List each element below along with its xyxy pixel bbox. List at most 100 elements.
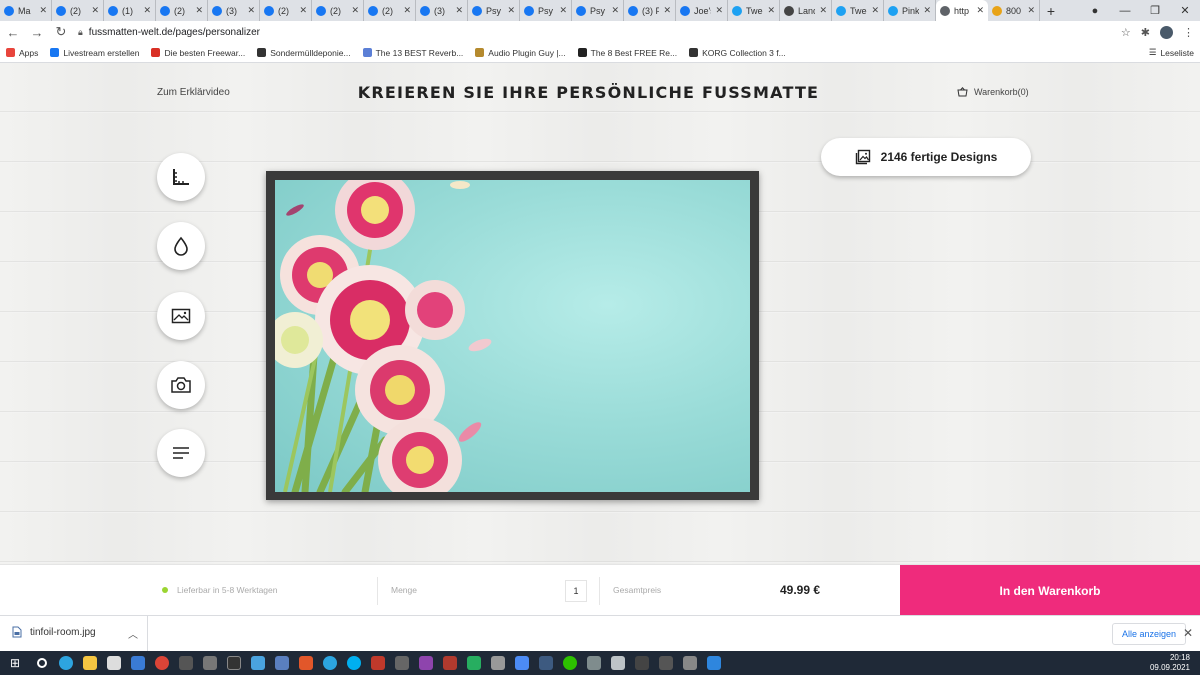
image-tool-button[interactable] <box>157 292 205 340</box>
back-icon[interactable]: ← <box>6 25 20 40</box>
doormat-preview[interactable] <box>266 171 759 500</box>
show-all-downloads-button[interactable]: Alle anzeigen <box>1112 623 1187 645</box>
app-icon[interactable] <box>198 651 222 675</box>
tab-close-icon[interactable]: ✕ <box>819 5 827 16</box>
browser-tab[interactable]: (3) ✕ <box>416 0 468 21</box>
explorer-icon[interactable] <box>78 651 102 675</box>
tab-close-icon[interactable]: ✕ <box>663 5 671 16</box>
browser-tab[interactable]: TweetD ✕ <box>728 0 780 21</box>
browser-tab[interactable]: Psy ✕ <box>468 0 520 21</box>
app-icon[interactable] <box>438 651 462 675</box>
new-tab-button[interactable]: + <box>1040 3 1062 19</box>
browser-tab[interactable]: Ma ✕ <box>0 0 52 21</box>
bookmark-item[interactable]: The 8 Best FREE Re... <box>577 48 677 58</box>
browser-tab[interactable]: http ✕ <box>936 0 988 21</box>
browser-tab[interactable]: (3) ✕ <box>208 0 260 21</box>
photo-upload-button[interactable] <box>157 361 205 409</box>
tab-close-icon[interactable]: ✕ <box>715 5 723 16</box>
tab-close-icon[interactable]: ✕ <box>976 5 984 16</box>
maximize-button[interactable]: ❐ <box>1140 4 1170 17</box>
bookmark-item[interactable]: KORG Collection 3 f... <box>689 48 786 58</box>
tab-close-icon[interactable]: ✕ <box>91 5 99 16</box>
app-icon[interactable] <box>366 651 390 675</box>
close-window-button[interactable]: ✕ <box>1170 4 1200 17</box>
app-icon[interactable] <box>294 651 318 675</box>
browser-tab[interactable]: (2) ✕ <box>260 0 312 21</box>
browser-tab[interactable]: TweetD ✕ <box>832 0 884 21</box>
browser-tab[interactable]: (3) Psy ✕ <box>624 0 676 21</box>
reload-icon[interactable]: ↻ <box>54 24 68 40</box>
windows-start-icon[interactable]: ⊞ <box>0 656 30 670</box>
app-icon[interactable] <box>606 651 630 675</box>
browser-tab[interactable]: Landev ✕ <box>780 0 832 21</box>
size-tool-button[interactable] <box>157 153 205 201</box>
browser-tab[interactable]: PinkyD✕ <box>884 0 936 21</box>
minimize-button[interactable]: — <box>1110 5 1140 17</box>
star-icon[interactable]: ☆ <box>1121 26 1131 39</box>
address-bar[interactable]: 🔒︎ fussmatten-welt.de/pages/personalizer <box>78 23 1111 41</box>
mail-icon[interactable] <box>126 651 150 675</box>
tab-close-icon[interactable]: ✕ <box>299 5 307 16</box>
bookmark-item[interactable]: The 13 BEST Reverb... <box>362 48 463 58</box>
profile-icon[interactable]: ● <box>1080 5 1110 17</box>
bookmark-item[interactable]: Die besten Freewar... <box>151 48 245 58</box>
tab-close-icon[interactable]: ✕ <box>351 5 359 16</box>
browser-tab[interactable]: Joe's C ✕ <box>676 0 728 21</box>
browser-tab[interactable]: 800 x 6 ✕ <box>988 0 1040 21</box>
text-tool-button[interactable] <box>157 429 205 477</box>
tab-close-icon[interactable]: ✕ <box>767 5 775 16</box>
app-icon[interactable] <box>414 651 438 675</box>
tab-close-icon[interactable]: ✕ <box>247 5 255 16</box>
edge-icon[interactable] <box>54 651 78 675</box>
browser-tab[interactable]: Psy ✕ <box>520 0 572 21</box>
app-icon[interactable] <box>270 651 294 675</box>
app-icon[interactable] <box>654 651 678 675</box>
chevron-up-icon[interactable]: ︿ <box>128 626 138 641</box>
extensions-icon[interactable]: ✱ <box>1141 26 1150 39</box>
bookmark-item[interactable]: Apps <box>6 48 38 58</box>
tab-close-icon[interactable]: ✕ <box>195 5 203 16</box>
app-icon[interactable] <box>630 651 654 675</box>
app-icon[interactable] <box>462 651 486 675</box>
tab-close-icon[interactable]: ✕ <box>1027 5 1035 16</box>
system-clock[interactable]: 20:18 09.09.2021 <box>1150 653 1200 673</box>
add-to-cart-button[interactable]: In den Warenkorb <box>900 565 1200 616</box>
tab-close-icon[interactable]: ✕ <box>39 5 47 16</box>
avatar[interactable] <box>1160 25 1173 39</box>
chrome-icon[interactable] <box>150 651 174 675</box>
color-tool-button[interactable] <box>157 222 205 270</box>
browser-tab[interactable]: (1) ✕ <box>104 0 156 21</box>
tab-close-icon[interactable]: ✕ <box>507 5 515 16</box>
search-icon[interactable] <box>30 651 54 675</box>
tab-close-icon[interactable]: ✕ <box>143 5 151 16</box>
tab-close-icon[interactable]: ✕ <box>559 5 567 16</box>
store-icon[interactable] <box>102 651 126 675</box>
bookmark-item[interactable]: Sondermülldeponie... <box>257 48 351 58</box>
quantity-input[interactable]: 1 <box>565 580 587 602</box>
browser-tab[interactable]: (2) ✕ <box>52 0 104 21</box>
reading-list-button[interactable]: ☰ Leseliste <box>1149 47 1194 58</box>
skype-icon[interactable] <box>342 651 366 675</box>
browser-tab[interactable]: (2) ✕ <box>364 0 416 21</box>
menu-icon[interactable]: ⋮ <box>1183 26 1194 39</box>
tab-close-icon[interactable]: ✕ <box>871 5 879 16</box>
browser-tab[interactable]: Psy ✕ <box>572 0 624 21</box>
cart-link[interactable]: Warenkorb(0) <box>957 87 1029 97</box>
tab-close-icon[interactable]: ✕ <box>923 5 931 16</box>
forward-icon[interactable]: → <box>30 25 44 40</box>
ready-designs-button[interactable]: 2146 fertige Designs <box>821 138 1031 176</box>
telegram-icon[interactable] <box>318 651 342 675</box>
download-item[interactable]: tinfoil-room.jpg <box>12 626 96 638</box>
app-icon[interactable] <box>510 651 534 675</box>
app-icon[interactable] <box>534 651 558 675</box>
app-icon[interactable] <box>702 651 726 675</box>
app-icon[interactable] <box>246 651 270 675</box>
bookmark-item[interactable]: Livestream erstellen <box>50 48 139 58</box>
app-icon[interactable] <box>678 651 702 675</box>
tab-close-icon[interactable]: ✕ <box>403 5 411 16</box>
tab-close-icon[interactable]: ✕ <box>611 5 619 16</box>
app-icon[interactable] <box>390 651 414 675</box>
close-icon[interactable]: ✕ <box>1183 626 1193 640</box>
browser-tab[interactable]: (2) ✕ <box>312 0 364 21</box>
live-icon[interactable] <box>222 651 246 675</box>
